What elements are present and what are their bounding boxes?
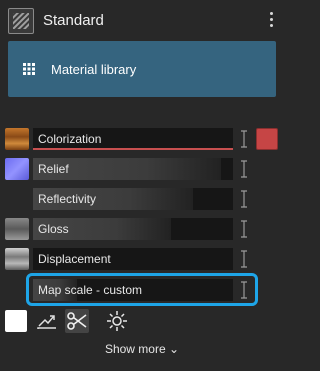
wood-texture-swatch[interactable] [5,128,29,150]
property-row-displacement: Displacement [0,247,284,271]
text-cursor-icon[interactable] [240,250,248,268]
scissors-button[interactable] [65,309,89,333]
white-color-swatch[interactable] [5,310,27,332]
tool-row [5,309,145,333]
material-header: Standard [8,8,276,34]
kebab-menu-icon[interactable] [268,12,274,30]
property-row-colorization: Colorization [0,127,284,151]
grid-icon [23,63,35,75]
sun-icon[interactable] [105,309,129,333]
material-thumbnail-icon[interactable] [8,8,34,34]
relief-label: Relief [38,162,69,176]
show-more-link[interactable]: Show more ⌄ [0,342,284,356]
text-cursor-icon[interactable] [240,190,248,208]
material-library-button[interactable]: Material library [8,41,276,97]
reflectivity-label: Reflectivity [38,192,97,206]
displacement-label: Displacement [38,252,111,266]
text-cursor-icon[interactable] [240,160,248,178]
blue-normal-map-swatch[interactable] [5,158,29,180]
text-cursor-icon[interactable] [240,130,248,148]
material-title: Standard [43,12,104,29]
gloss-label: Gloss [38,222,69,236]
colorization-underline [33,148,233,150]
gloss-texture-swatch[interactable] [5,218,29,240]
gloss-field[interactable]: Gloss [33,218,233,240]
colorization-field[interactable]: Colorization [33,128,233,150]
scissors-icon [67,312,87,330]
property-row-gloss: Gloss [0,217,284,241]
displacement-texture-swatch[interactable] [5,248,29,270]
material-library-label: Material library [51,62,137,77]
displacement-field[interactable]: Displacement [33,248,233,270]
reflectivity-field[interactable]: Reflectivity [33,188,233,210]
chart-arrow-icon[interactable] [35,309,59,333]
property-row-relief: Relief [0,157,284,181]
text-cursor-icon[interactable] [240,220,248,238]
color-chip[interactable] [256,128,278,150]
relief-field[interactable]: Relief [33,158,233,180]
colorization-label: Colorization [38,132,102,146]
focus-highlight [26,273,258,306]
property-row-reflectivity: Reflectivity [0,187,284,211]
